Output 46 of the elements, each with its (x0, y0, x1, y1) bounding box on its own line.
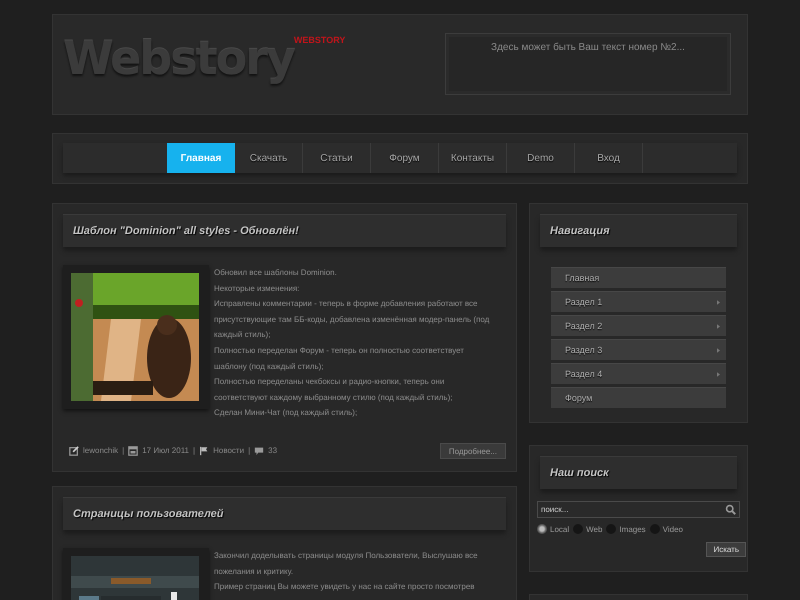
menu-tab[interactable]: Форум (371, 143, 439, 173)
navigation-item[interactable]: Раздел 2 (551, 315, 726, 336)
menu-tab[interactable]: Статьи (303, 143, 371, 173)
navigation-item[interactable]: Форум (551, 387, 726, 408)
navigation-item[interactable]: Раздел 3 (551, 339, 726, 360)
comment-icon (254, 446, 264, 456)
radio-label[interactable]: Images (619, 524, 646, 534)
meta-link[interactable]: lewonchik (83, 446, 118, 456)
edit-icon (69, 446, 79, 456)
menu-tab[interactable]: Вход (575, 143, 643, 173)
post-paragraph: Пример страниц Вы можете увидеть у нас на сайте просто посмотрев (214, 581, 476, 594)
radio-button[interactable] (537, 524, 547, 534)
post-paragraph: Полностью переделан Форум - теперь он полностью соответствует шаблону (под каждый стиль); (214, 344, 465, 373)
post-paragraph: Исправлены комментарии - теперь в форме добавления работают все присутствующие там ББ-коды, добавлена изменённая модер-панель (под каждый стиль); (214, 298, 490, 342)
post-paragraph: Закончил доделывать страницы модуля Пользователи, Выслушаю все пожелания и критику. (214, 550, 479, 578)
more-button[interactable]: Подробнее... (440, 442, 506, 459)
post-paragraph: Сделан Мини-Чат (под каждый стиль); (214, 407, 358, 420)
post-paragraph: Полностью переделаны чекбоксы и радио-кнопки, теперь они соответствуют каждому выбранному стилю (под каждый стиль); (214, 376, 454, 404)
post-title[interactable]: Страницы пользователей (73, 508, 224, 520)
search-icon[interactable] (725, 504, 736, 515)
calendar-icon (128, 446, 138, 456)
navigation-item[interactable]: Раздел 1 (551, 291, 726, 312)
search-field[interactable]: поиск... (537, 501, 740, 518)
navigation-item[interactable]: Главная (551, 267, 726, 288)
meta-text: 17 Июл 2011 (142, 446, 190, 456)
block-title: Навигация (550, 225, 610, 237)
logo-tagline: WEBSTORY (294, 35, 346, 45)
meta-separator: | (193, 446, 196, 456)
block-title: Наш поиск (550, 467, 609, 479)
post-paragraph: Обновил все шаблоны Dominion. (214, 267, 338, 279)
notice-box: Здесь может быть Ваш текст номер №2... (445, 33, 731, 95)
radio-label[interactable]: Web (586, 524, 602, 534)
meta-separator: | (122, 446, 124, 456)
search-button[interactable]: Искать (706, 542, 746, 557)
post-paragraph: Некоторые изменения: (214, 282, 300, 295)
post-title[interactable]: Шаблон "Dominion" all styles - Обновлён! (73, 225, 299, 237)
meta-separator: | (248, 446, 250, 456)
radio-label[interactable]: Local (550, 524, 570, 534)
flag-icon (199, 446, 210, 456)
radio-label[interactable]: Video (662, 524, 683, 534)
meta-text: 33 (268, 446, 278, 456)
menu-tab[interactable]: Контакты (439, 143, 507, 173)
menu-tab[interactable]: Скачать (235, 143, 303, 173)
meta-link[interactable]: Новости (213, 446, 244, 456)
menu-tab[interactable]: Demo (507, 143, 575, 173)
navigation-item[interactable]: Раздел 4 (551, 363, 726, 384)
